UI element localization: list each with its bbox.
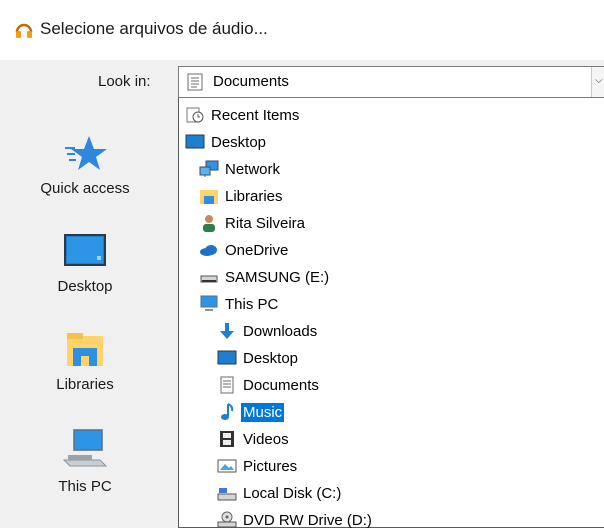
dropdown-item-label: DVD RW Drive (D:) — [243, 511, 372, 528]
dropdown-item-label: Network — [225, 160, 281, 178]
dropdown-item-label: Pictures — [243, 457, 298, 475]
videos-icon — [217, 430, 237, 448]
dropdown-item[interactable]: Rita Silveira — [199, 212, 307, 234]
dropdown-item[interactable]: Pictures — [217, 455, 299, 477]
desktop-icon — [217, 349, 237, 367]
user-icon — [199, 214, 219, 232]
place-quick-access[interactable]: Quick access — [0, 134, 170, 197]
dvd-drive-icon — [217, 511, 237, 528]
dropdown-item-label: OneDrive — [225, 241, 289, 259]
places-bar: Quick access Desktop Libraries This PC — [0, 104, 170, 528]
dropdown-item-label: Local Disk (C:) — [243, 484, 342, 502]
look-in-dropdown-list: Recent Items Desktop Network Libraries Rita … — [178, 98, 604, 528]
look-in-label: Look in: — [98, 73, 151, 90]
dropdown-item[interactable]: Desktop — [217, 347, 300, 369]
dropdown-item-label: Libraries — [225, 187, 283, 205]
dropdown-item-label: Desktop — [211, 133, 267, 151]
dropdown-item[interactable]: Downloads — [217, 320, 319, 342]
dropdown-item-label: Recent Items — [211, 106, 300, 124]
place-label: Quick access — [40, 180, 130, 197]
local-disk-icon — [217, 484, 237, 502]
dropdown-item[interactable]: This PC — [199, 293, 280, 315]
dropdown-item[interactable]: OneDrive — [199, 239, 290, 261]
music-icon — [217, 403, 237, 421]
place-label: Desktop — [57, 278, 113, 295]
documents-icon — [217, 376, 237, 394]
headphones-icon — [15, 23, 33, 38]
onedrive-icon — [199, 241, 219, 259]
look-in-combobox[interactable]: Documents ⌵ — [178, 66, 604, 98]
dropdown-item[interactable]: Desktop — [185, 131, 268, 153]
window-title: Selecione arquivos de áudio... — [40, 19, 268, 38]
libraries-icon — [199, 187, 219, 205]
desktop-icon — [64, 234, 106, 266]
dropdown-item[interactable]: Recent Items — [185, 104, 301, 126]
title-bar: Selecione arquivos de áudio... — [0, 0, 604, 60]
dropdown-item[interactable]: SAMSUNG (E:) — [199, 266, 331, 288]
dropdown-item-label: Downloads — [243, 322, 318, 340]
pictures-icon — [217, 457, 237, 475]
star-icon — [65, 136, 107, 170]
recent-items-icon — [185, 106, 205, 124]
chevron-down-icon: ⌵ — [595, 75, 603, 86]
dropdown-item[interactable]: Documents — [217, 374, 321, 396]
drive-icon — [199, 268, 219, 286]
look-in-value: Documents — [213, 73, 289, 90]
combobox-dropdown-button[interactable]: ⌵ — [591, 67, 604, 97]
dropdown-item-label: Music — [241, 402, 285, 422]
desktop-icon — [185, 133, 205, 151]
place-label: This PC — [58, 478, 112, 495]
dropdown-item-label: SAMSUNG (E:) — [225, 268, 330, 286]
place-label: Libraries — [56, 376, 114, 393]
place-this-pc[interactable]: This PC — [0, 428, 170, 495]
place-desktop[interactable]: Desktop — [0, 232, 170, 295]
dropdown-item[interactable]: Network — [199, 158, 282, 180]
dropdown-item-label: Desktop — [243, 349, 299, 367]
computer-icon — [62, 429, 108, 467]
dropdown-item[interactable]: Videos — [217, 428, 291, 450]
dropdown-item[interactable]: Local Disk (C:) — [217, 482, 343, 504]
libraries-icon — [67, 333, 103, 366]
dropdown-item-label: Videos — [243, 430, 289, 448]
network-icon — [199, 160, 219, 178]
computer-icon — [199, 295, 219, 313]
dropdown-item[interactable]: Libraries — [199, 185, 285, 207]
documents-icon — [187, 73, 203, 91]
dropdown-item-label: This PC — [225, 295, 279, 313]
downloads-icon — [217, 322, 237, 340]
place-libraries[interactable]: Libraries — [0, 330, 170, 393]
dropdown-item-label: Rita Silveira — [225, 214, 306, 232]
dropdown-item-label: Documents — [243, 376, 319, 394]
dropdown-item[interactable]: Music — [217, 401, 285, 423]
dropdown-item[interactable]: DVD RW Drive (D:) — [217, 509, 374, 528]
